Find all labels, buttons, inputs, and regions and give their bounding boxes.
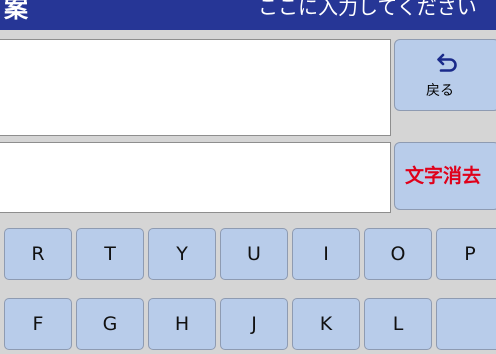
key-f[interactable]: F bbox=[4, 298, 72, 350]
back-button[interactable]: 戻る bbox=[394, 39, 496, 111]
input-display-secondary[interactable] bbox=[0, 142, 391, 213]
key-o[interactable]: O bbox=[364, 228, 432, 280]
key-l[interactable]: L bbox=[364, 298, 432, 350]
key-y[interactable]: Y bbox=[148, 228, 216, 280]
key-h[interactable]: H bbox=[148, 298, 216, 350]
key-j[interactable]: J bbox=[220, 298, 288, 350]
header-info: ここに入力してください bbox=[258, 0, 477, 19]
key-t[interactable]: T bbox=[76, 228, 144, 280]
title-bar: 案 ここに入力してください bbox=[0, 0, 496, 30]
key-k[interactable]: K bbox=[292, 298, 360, 350]
key-u[interactable]: U bbox=[220, 228, 288, 280]
return-arrow-icon bbox=[437, 53, 457, 72]
key-blank[interactable] bbox=[436, 298, 496, 350]
back-button-label: 戻る bbox=[426, 83, 454, 99]
key-p[interactable]: P bbox=[436, 228, 496, 280]
key-r[interactable]: R bbox=[4, 228, 72, 280]
key-g[interactable]: G bbox=[76, 298, 144, 350]
key-i[interactable]: I bbox=[292, 228, 360, 280]
input-display-main[interactable] bbox=[0, 39, 391, 136]
window-title: 案 bbox=[4, 0, 28, 23]
clear-text-button[interactable]: 文字消去 bbox=[394, 142, 496, 210]
